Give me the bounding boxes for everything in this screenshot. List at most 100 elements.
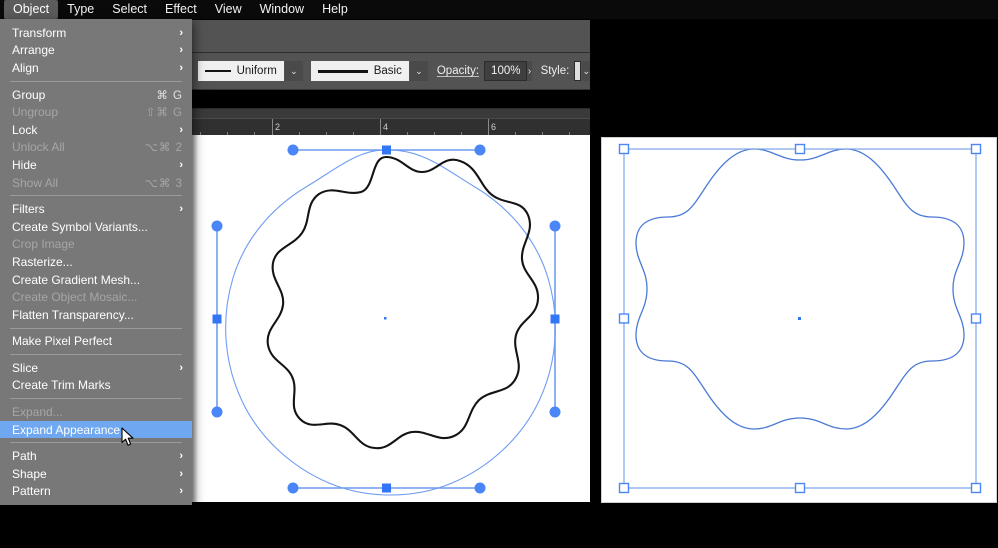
menu-item-label: Transform: [12, 25, 67, 40]
menu-item-label: Ungroup: [12, 105, 59, 120]
submenu-chevron-icon: ›: [179, 467, 183, 480]
submenu-chevron-icon: ›: [179, 203, 183, 216]
toolbar-strip: [190, 20, 590, 53]
brush-definition-preview-icon: [317, 69, 368, 73]
menu-item-create-gradient-mesh[interactable]: Create Gradient Mesh...: [0, 271, 192, 289]
app-window: Object Type Select Effect View Window He…: [0, 0, 998, 548]
brush-definition-control[interactable]: Basic ⌄: [310, 61, 428, 81]
horizontal-ruler[interactable]: 2 4 6: [190, 108, 590, 136]
menubar-item-view[interactable]: View: [206, 0, 251, 19]
wavy-shape-right[interactable]: [635, 148, 965, 430]
submenu-chevron-icon: ›: [179, 26, 183, 39]
menu-item-label: Path: [12, 449, 37, 464]
opacity-input[interactable]: 100%: [484, 61, 528, 81]
menu-item-group[interactable]: Group ⌘ G: [0, 86, 192, 104]
menu-item-rasterize[interactable]: Rasterize...: [0, 253, 192, 271]
menu-separator: [10, 327, 182, 329]
menu-item-label: Expand Appearance: [12, 422, 121, 437]
style-dropdown-icon[interactable]: ⌄: [582, 61, 590, 81]
menubar-item-help[interactable]: Help: [313, 0, 357, 19]
menubar-item-object[interactable]: Object: [4, 0, 59, 19]
ruler-band: 2 4 6: [190, 118, 590, 136]
menu-bar: Object Type Select Effect View Window He…: [0, 0, 998, 19]
submenu-chevron-icon: ›: [179, 61, 183, 74]
menu-item-flatten-transparency[interactable]: Flatten Transparency...: [0, 306, 192, 324]
menubar-item-select[interactable]: Select: [103, 0, 156, 19]
menu-separator: [10, 398, 182, 400]
menu-separator: [10, 195, 182, 197]
menu-item-hide[interactable]: Hide ›: [0, 156, 192, 174]
stroke-profile-preview-icon: [204, 70, 231, 72]
control-bar: Uniform ⌄ Basic ⌄ Opacity: 100% › Style:…: [190, 53, 590, 90]
menu-item-pattern[interactable]: Pattern ›: [0, 483, 192, 501]
brush-definition-dropdown-icon[interactable]: ⌄: [409, 61, 428, 81]
menu-item-expand-appearance[interactable]: Expand Appearance: [0, 420, 192, 439]
submenu-chevron-icon: ›: [179, 485, 183, 498]
menubar-item-window[interactable]: Window: [251, 0, 313, 19]
menu-item-arrange[interactable]: Arrange ›: [0, 42, 192, 60]
stroke-profile-field[interactable]: Uniform: [197, 61, 284, 81]
menu-item-align[interactable]: Align ›: [0, 59, 192, 77]
opacity-label[interactable]: Opacity:: [437, 65, 479, 77]
menu-item-label: Rasterize...: [12, 254, 73, 269]
menu-item-label: Lock: [12, 122, 38, 137]
document-canvas-left[interactable]: [190, 135, 590, 502]
menu-item-lock[interactable]: Lock ›: [0, 121, 192, 139]
opacity-options-icon[interactable]: ›: [527, 61, 532, 81]
menu-item-create-trim-marks[interactable]: Create Trim Marks: [0, 377, 192, 395]
menubar-item-effect[interactable]: Effect: [156, 0, 206, 19]
brush-definition-value: Basic: [373, 65, 402, 77]
menu-item-label: Arrange: [12, 43, 55, 58]
brush-definition-field[interactable]: Basic: [310, 61, 409, 81]
ruler-label-6: 6: [491, 122, 497, 132]
artwork-left-svg: [211, 144, 561, 496]
menu-item-create-symbol-variants[interactable]: Create Symbol Variants...: [0, 218, 192, 236]
menu-item-label: Create Trim Marks: [12, 378, 111, 393]
stroke-profile-value: Uniform: [236, 65, 277, 77]
artwork-right-svg: [618, 143, 982, 494]
menu-item-label: Show All: [12, 175, 59, 190]
menu-item-shortcut: ⌘ G: [156, 89, 183, 102]
submenu-chevron-icon: ›: [179, 361, 183, 374]
submenu-chevron-icon: ›: [179, 158, 183, 171]
menu-item-label: Expand...: [12, 405, 63, 420]
menu-item-label: Pattern: [12, 484, 51, 499]
submenu-chevron-icon: ›: [179, 44, 183, 57]
menu-item-shortcut: ⌥⌘ 3: [144, 177, 183, 190]
bounding-box-right[interactable]: [618, 143, 982, 494]
style-swatch[interactable]: [574, 61, 582, 81]
menu-item-label: Align: [12, 60, 39, 75]
menu-item-label: Group: [12, 87, 46, 102]
submenu-chevron-icon: ›: [179, 450, 183, 463]
document-canvas-right[interactable]: [601, 137, 997, 503]
wavy-shape-left[interactable]: [266, 155, 540, 450]
menu-item-label: Create Symbol Variants...: [12, 219, 148, 234]
menu-item-create-object-mosaic: Create Object Mosaic...: [0, 288, 192, 306]
menu-item-make-pixel-perfect[interactable]: Make Pixel Perfect: [0, 333, 192, 351]
menu-item-label: Create Object Mosaic...: [12, 290, 138, 305]
selection-handles-left[interactable]: [211, 144, 561, 494]
menubar-item-type[interactable]: Type: [58, 0, 103, 19]
center-point-left: [384, 317, 387, 320]
menu-item-filters[interactable]: Filters ›: [0, 200, 192, 218]
stroke-profile-control[interactable]: Uniform ⌄: [197, 61, 303, 81]
object-dropdown-menu[interactable]: Transform › Arrange › Align › Group ⌘ G Ungroup ⇧…: [0, 19, 192, 506]
menu-item-crop-image: Crop Image: [0, 236, 192, 254]
menu-item-unlock-all: Unlock All ⌥⌘ 2: [0, 139, 192, 157]
menu-item-shortcut: ⌥⌘ 2: [144, 142, 183, 155]
menu-item-label: Create Gradient Mesh...: [12, 272, 141, 287]
menu-item-shortcut: ⇧⌘ G: [145, 107, 183, 120]
menu-item-label: Crop Image: [12, 237, 75, 252]
center-point-right: [798, 317, 801, 320]
stroke-profile-dropdown-icon[interactable]: ⌄: [284, 61, 303, 81]
ruler-label-4: 4: [383, 122, 389, 132]
menu-item-path[interactable]: Path ›: [0, 447, 192, 465]
menu-separator: [10, 442, 182, 444]
menu-item-shape[interactable]: Shape ›: [0, 465, 192, 483]
menu-item-ungroup: Ungroup ⇧⌘ G: [0, 103, 192, 121]
ruler-label-2: 2: [275, 122, 281, 132]
menu-item-label: Make Pixel Perfect: [12, 334, 113, 349]
menu-separator: [10, 80, 182, 82]
menu-item-slice[interactable]: Slice ›: [0, 359, 192, 377]
menu-item-transform[interactable]: Transform ›: [0, 24, 192, 42]
